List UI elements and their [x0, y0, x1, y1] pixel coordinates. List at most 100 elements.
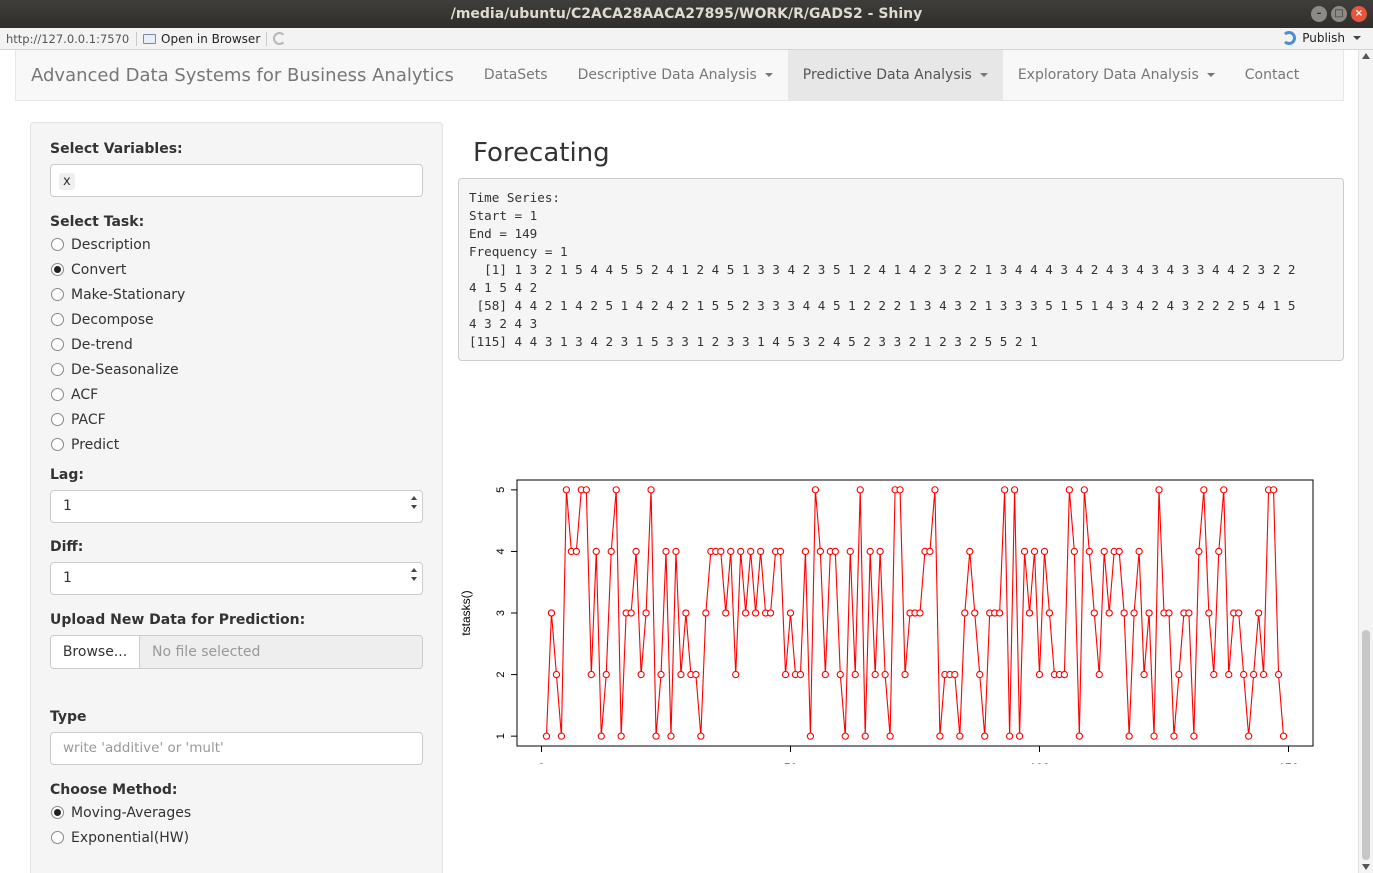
- data-point: [1060, 670, 1069, 679]
- nav-label: Predictive Data Analysis: [802, 66, 972, 83]
- browse-button[interactable]: Browse...: [50, 635, 140, 669]
- variable-select[interactable]: x: [50, 164, 423, 197]
- method-option[interactable]: Moving-Averages: [50, 800, 423, 825]
- data-point: [1195, 547, 1203, 556]
- task-option[interactable]: De-trend: [50, 332, 423, 357]
- stepper-up-icon[interactable]: [411, 568, 417, 572]
- select-task-label: Select Task:: [50, 214, 145, 230]
- task-option[interactable]: PACF: [50, 407, 423, 432]
- stepper-down-icon[interactable]: [411, 577, 417, 581]
- navbar-brand[interactable]: Advanced Data Systems for Business Analy…: [16, 50, 469, 100]
- data-point: [1045, 609, 1054, 617]
- data-point: [747, 547, 755, 556]
- lag-stepper[interactable]: [411, 496, 417, 509]
- data-point: [647, 486, 655, 494]
- radio-button[interactable]: [51, 438, 64, 451]
- data-point: [1254, 609, 1263, 617]
- diff-stepper[interactable]: [411, 568, 417, 581]
- scrollbar-thumb[interactable]: [1362, 630, 1370, 860]
- lag-input[interactable]: 1: [50, 490, 423, 523]
- data-point: [856, 486, 864, 494]
- close-icon[interactable]: ×: [1351, 6, 1367, 22]
- radio-button[interactable]: [51, 313, 64, 326]
- diff-input[interactable]: 1: [50, 562, 423, 595]
- data-point: [1259, 670, 1268, 679]
- task-option[interactable]: Decompose: [50, 307, 423, 332]
- data-point: [672, 547, 680, 556]
- task-radio-group: Description Convert Make-Stationary Decompo…: [50, 232, 423, 457]
- nav-predictive[interactable]: Predictive Data Analysis: [787, 50, 1003, 100]
- y-axis-label: tstasks(): [459, 590, 473, 635]
- task-option[interactable]: Description: [50, 232, 423, 257]
- data-point: [966, 547, 974, 556]
- radio-button[interactable]: [51, 388, 64, 401]
- publish-button[interactable]: Publish: [1282, 31, 1361, 45]
- data-point: [846, 547, 854, 556]
- data-point: [1235, 609, 1243, 617]
- data-point: [572, 547, 581, 556]
- task-option[interactable]: ACF: [50, 382, 423, 407]
- nav-descriptive[interactable]: Descriptive Data Analysis: [563, 50, 788, 100]
- task-option[interactable]: Make-Stationary: [50, 282, 423, 307]
- data-point: [876, 547, 884, 556]
- radio-button[interactable]: [51, 363, 64, 376]
- data-point: [811, 486, 820, 494]
- data-point: [801, 547, 810, 556]
- data-point: [727, 547, 735, 556]
- data-point: [667, 732, 675, 740]
- task-option-label: Make-Stationary: [71, 286, 186, 303]
- scroll-down-icon[interactable]: [1362, 864, 1370, 870]
- open-in-browser-button[interactable]: Open in Browser: [143, 32, 260, 46]
- app-viewport: Advanced Data Systems for Business Analy…: [0, 50, 1358, 873]
- navbar: Advanced Data Systems for Business Analy…: [15, 50, 1344, 101]
- data-point: [722, 609, 730, 617]
- publish-label: Publish: [1302, 31, 1345, 45]
- data-point: [602, 670, 610, 679]
- maximize-icon[interactable]: □: [1331, 6, 1347, 22]
- method-option-label: Exponential(HW): [71, 829, 190, 846]
- data-point: [1245, 732, 1253, 740]
- viewer-scrollbar[interactable]: [1358, 50, 1373, 873]
- data-point: [1105, 609, 1113, 617]
- task-option[interactable]: Predict: [50, 432, 423, 457]
- data-point: [1279, 732, 1288, 740]
- nav-datasets[interactable]: DataSets: [469, 50, 563, 100]
- data-point: [841, 732, 849, 740]
- data-point: [871, 670, 879, 679]
- radio-button[interactable]: [51, 288, 64, 301]
- file-upload: Browse... No file selected: [50, 635, 423, 669]
- method-option[interactable]: Exponential(HW): [50, 825, 423, 850]
- task-option[interactable]: De-Seasonalize: [50, 357, 423, 382]
- variable-chip[interactable]: x: [59, 173, 75, 190]
- chevron-down-icon: [1206, 73, 1215, 77]
- nav-label: Contact: [1244, 66, 1300, 83]
- refresh-icon[interactable]: [273, 32, 287, 45]
- minimize-icon[interactable]: –: [1311, 6, 1327, 22]
- page-title: Forecating: [473, 138, 610, 168]
- data-point: [896, 486, 904, 494]
- chevron-down-icon: [764, 73, 773, 77]
- main-panel: Forecating Time Series: Start = 1 End = …: [458, 122, 1344, 361]
- data-point: [1115, 547, 1123, 556]
- data-point: [682, 609, 690, 617]
- data-point: [1040, 547, 1049, 556]
- radio-button[interactable]: [51, 806, 64, 819]
- radio-button[interactable]: [51, 263, 64, 276]
- radio-button[interactable]: [51, 831, 64, 844]
- nav-exploratory[interactable]: Exploratory Data Analysis: [1003, 50, 1230, 100]
- radio-button[interactable]: [51, 338, 64, 351]
- type-input[interactable]: write 'additive' or 'mult': [50, 732, 423, 765]
- task-option[interactable]: Convert: [50, 257, 423, 282]
- data-point: [547, 609, 556, 617]
- data-point: [1035, 670, 1044, 679]
- stepper-up-icon[interactable]: [411, 496, 417, 500]
- radio-button[interactable]: [51, 238, 64, 251]
- data-point: [851, 670, 859, 679]
- scroll-up-icon[interactable]: [1362, 53, 1370, 59]
- radio-button[interactable]: [51, 413, 64, 426]
- stepper-down-icon[interactable]: [411, 505, 417, 509]
- x-tick-label: 0: [538, 761, 545, 764]
- nav-contact[interactable]: Contact: [1230, 50, 1314, 100]
- method-option-label: Moving-Averages: [71, 804, 192, 821]
- publish-icon: [1282, 31, 1297, 45]
